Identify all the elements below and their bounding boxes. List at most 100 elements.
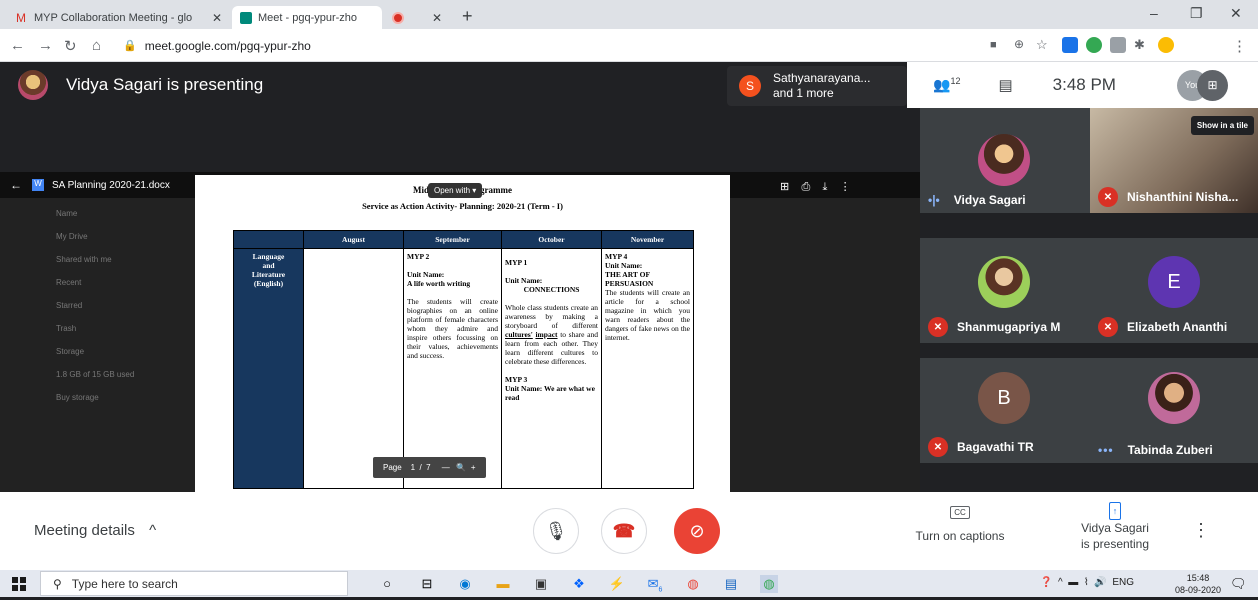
myp-level: MYP 3: [505, 375, 528, 384]
forward-arrow-icon[interactable]: →: [38, 37, 53, 54]
tab-recording[interactable]: ✕: [384, 6, 450, 29]
search-icon: ⚲: [53, 576, 62, 591]
taskbar-clock[interactable]: 15:48 08-09-2020: [1175, 572, 1221, 596]
participant-count: 12: [950, 76, 961, 87]
people-icon[interactable]: 👥12: [933, 76, 960, 94]
drive-sidebar-item: Buy storage: [56, 393, 99, 402]
extension-icon[interactable]: [1110, 37, 1126, 53]
open-in-new-icon[interactable]: ⊞: [780, 181, 789, 193]
more-options-icon[interactable]: ⋮: [1192, 520, 1210, 541]
presenter-name: Sathyanarayana...: [773, 71, 871, 85]
more-icon[interactable]: ⋮: [840, 181, 851, 193]
presenting-line: is presenting: [1080, 537, 1150, 551]
menu-dots-icon[interactable]: ⋮: [1232, 37, 1247, 55]
captions-icon: CC: [950, 506, 970, 519]
open-with-button[interactable]: Open with ▾: [428, 183, 483, 198]
participant-tile[interactable]: B ✕ Bagavathi TR: [920, 358, 1090, 463]
store-icon[interactable]: ▣: [532, 575, 550, 593]
mail-icon[interactable]: ✉6: [646, 575, 664, 594]
mic-off-icon: ✕: [928, 437, 948, 457]
reload-icon[interactable]: ↻: [64, 37, 77, 55]
end-call-button[interactable]: ☎: [601, 508, 647, 554]
new-tab-button[interactable]: +: [462, 6, 473, 27]
minimize-button[interactable]: –: [1150, 5, 1158, 21]
extension-icon[interactable]: [1062, 37, 1078, 53]
drive-sidebar-item: Storage: [56, 347, 85, 356]
network-icon[interactable]: ⌇: [1084, 577, 1089, 588]
address-bar[interactable]: 🔒 meet.google.com/pgq-ypur-zho: [123, 33, 1023, 58]
meet-top-controls: 👥12 ▤ 3:48 PM You ⊞: [907, 62, 1258, 108]
zoom-in-icon[interactable]: +: [471, 463, 476, 472]
download-icon[interactable]: ⤓: [823, 181, 828, 193]
puzzle-icon[interactable]: ✱: [1134, 37, 1145, 53]
mic-off-icon: ✕: [1098, 317, 1118, 337]
microphone-button[interactable]: 🎙: [533, 508, 579, 554]
chrome-icon[interactable]: ◍: [684, 575, 702, 593]
participant-tile[interactable]: ✕ Shanmugapriya M: [920, 238, 1090, 343]
meeting-details-button[interactable]: Meeting details ^: [34, 522, 156, 539]
participant-tile[interactable]: ••• Tabinda Zuberi: [1090, 358, 1258, 463]
windows-start-icon[interactable]: [12, 577, 26, 591]
drive-sidebar-item: Shared with me: [56, 255, 112, 264]
subject-line: and: [262, 261, 275, 270]
chevron-up-icon: ^: [149, 522, 157, 539]
present-now-button[interactable]: ↑ Vidya Sagari is presenting: [1060, 502, 1170, 552]
presenting-banner: Vidya Sagari is presenting: [18, 70, 263, 100]
emphasis-text: cultures': [505, 330, 533, 339]
drive-sidebar-item: Recent: [56, 278, 82, 287]
profile-icon[interactable]: [1158, 37, 1174, 53]
maximize-button[interactable]: ❐: [1190, 5, 1203, 22]
table-header: [233, 230, 304, 249]
home-icon[interactable]: ⌂: [92, 37, 101, 54]
close-window-button[interactable]: ✕: [1230, 5, 1242, 22]
taskbar-search-box[interactable]: ⚲ Type here to search: [40, 571, 348, 596]
table-header: September: [403, 230, 502, 249]
camera-off-button[interactable]: ⊘: [674, 508, 720, 554]
battery-icon[interactable]: ▬: [1068, 577, 1078, 588]
layout-grid-icon[interactable]: ⊞: [1197, 70, 1228, 101]
language-indicator[interactable]: ENG: [1112, 577, 1134, 588]
chat-icon[interactable]: ▤: [998, 76, 1012, 94]
edge-icon[interactable]: ◉: [456, 575, 474, 593]
captions-button[interactable]: CC Turn on captions: [905, 504, 1015, 543]
doc-toolbar-icons: ⊞ ⎙ ⤓ ⋮: [780, 180, 851, 194]
tab-myp-collaboration[interactable]: M MYP Collaboration Meeting - glo ✕: [8, 6, 230, 29]
drive-sidebar-item: My Drive: [56, 232, 88, 241]
star-icon[interactable]: ☆: [1036, 37, 1048, 53]
recording-icon: [392, 11, 404, 24]
notification-icon[interactable]: 🗨: [1230, 576, 1247, 592]
dropbox-icon[interactable]: ❖: [570, 575, 588, 593]
file-explorer-icon[interactable]: ▬: [494, 575, 512, 593]
app-icon[interactable]: ⚡: [608, 575, 626, 593]
task-view-icon[interactable]: ⊟: [418, 575, 436, 593]
drive-sidebar-item: Name: [56, 209, 78, 218]
camera-status-icon[interactable]: ■: [990, 39, 997, 51]
back-arrow-icon[interactable]: ←: [10, 178, 22, 192]
notepad-icon[interactable]: ▤: [722, 575, 740, 593]
zoom-icon: 🔍: [456, 463, 467, 472]
volume-icon[interactable]: 🔊: [1094, 577, 1106, 588]
tab-meet[interactable]: Meet - pgq-ypur-zho: [232, 6, 382, 29]
close-tab-icon[interactable]: ✕: [212, 11, 222, 25]
present-screen-icon: ↑: [1108, 502, 1122, 520]
close-tab-icon[interactable]: ✕: [432, 11, 442, 25]
chevron-up-icon[interactable]: ^: [1058, 577, 1063, 588]
drive-sidebar-item: Starred: [56, 301, 83, 310]
zoom-out-icon[interactable]: —: [442, 463, 450, 472]
extension-icon[interactable]: [1086, 37, 1102, 53]
participant-tile[interactable]: E ✕ Elizabeth Ananthi: [1090, 238, 1258, 343]
october-cell: MYP 1 Unit Name: CONNECTIONS Whole class…: [501, 248, 602, 489]
participant-tile[interactable]: Show in a tile ✕ Nishanthini Nisha...: [1090, 108, 1258, 213]
cortana-icon[interactable]: ○: [378, 575, 396, 593]
other-presenter-chip[interactable]: S Sathyanarayana... and 1 more: [727, 66, 907, 106]
back-arrow-icon[interactable]: ←: [10, 37, 25, 54]
show-in-tile-button[interactable]: Show in a tile: [1190, 116, 1254, 135]
participant-tile[interactable]: •|• Vidya Sagari: [920, 108, 1090, 213]
print-icon[interactable]: ⎙: [801, 181, 810, 193]
help-icon[interactable]: ❓: [1040, 577, 1052, 588]
chrome-active-icon[interactable]: ◍: [760, 575, 778, 593]
participant-name: Tabinda Zuberi: [1127, 443, 1213, 457]
zoom-icon[interactable]: ⊕: [1014, 37, 1024, 51]
participant-name-row: ✕ Bagavathi TR: [928, 437, 1034, 457]
tab-title: Meet - pgq-ypur-zho: [258, 11, 358, 24]
